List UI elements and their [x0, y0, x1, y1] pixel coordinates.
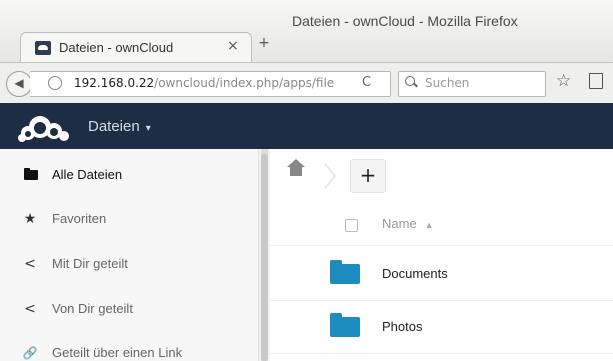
file-row[interactable]: Documents [270, 248, 613, 301]
column-name-label: Name [382, 216, 417, 231]
file-name[interactable]: Photos [382, 319, 422, 334]
url-path: /owncloud/index.php/apps/file [154, 76, 335, 90]
new-file-button[interactable]: + [350, 159, 386, 193]
close-tab-icon[interactable]: × [227, 38, 239, 54]
library-icon[interactable] [589, 73, 603, 89]
reload-icon[interactable]: C [362, 75, 371, 90]
app-name: Dateien [88, 118, 140, 135]
nav-favorites[interactable]: ★ Favoriten [0, 201, 258, 237]
nav-label: Favoriten [52, 211, 107, 226]
app-header: Dateien ▾ [0, 103, 613, 149]
caret-down-icon: ▾ [145, 123, 151, 134]
controls-bar: + [270, 149, 613, 199]
browser-tab[interactable]: Dateien - ownCloud × [20, 32, 252, 63]
url-host: 192.168.0.22 [74, 76, 155, 90]
nav-label: Von Dir geteilt [52, 301, 133, 316]
app-menu-button[interactable]: Dateien ▾ [88, 118, 151, 135]
sort-ascending-icon: ▲ [424, 220, 434, 230]
breadcrumb-separator-icon [324, 163, 336, 189]
window-title: Dateien - ownCloud - Mozilla Firefox [292, 13, 518, 29]
folder-icon [24, 168, 38, 180]
home-icon[interactable] [287, 159, 305, 176]
new-tab-button[interactable]: + [256, 35, 272, 51]
file-row[interactable]: Photos [270, 301, 613, 354]
share-icon: < [24, 301, 36, 317]
scrollbar-thumb[interactable] [261, 154, 268, 361]
nav-label: Alle Dateien [52, 167, 123, 182]
link-icon: 🔗 [22, 346, 38, 360]
select-all-checkbox[interactable] [345, 219, 358, 232]
share-icon: < [24, 256, 36, 272]
nav-label: Mit Dir geteilt [52, 256, 128, 271]
folder-icon [330, 260, 360, 284]
sort-by-name-header[interactable]: Name ▲ [382, 216, 434, 231]
nav-shared-by-you[interactable]: < Von Dir geteilt [0, 291, 258, 327]
folder-icon [330, 313, 360, 337]
owncloud-logo-icon[interactable] [16, 111, 74, 143]
back-button[interactable]: ◀ [6, 71, 32, 97]
file-list-area: + Name ▲ Documents Photos [270, 149, 613, 361]
url-text: 192.168.0.22/owncloud/index.php/apps/fil… [74, 76, 334, 90]
table-header: Name ▲ [270, 205, 613, 246]
nav-label: Geteilt über einen Link [52, 345, 183, 360]
nav-all-files[interactable]: Alle Dateien [0, 157, 258, 193]
url-bar[interactable]: 192.168.0.22/owncloud/index.php/apps/fil… [30, 71, 391, 97]
owncloud-favicon-icon [35, 41, 51, 55]
tab-label: Dateien - ownCloud [59, 40, 174, 55]
title-bar: Dateien - ownCloud - Mozilla Firefox Dat… [0, 0, 613, 63]
nav-bar: ◀ 192.168.0.22/owncloud/index.php/apps/f… [0, 62, 613, 104]
file-name[interactable]: Documents [382, 266, 448, 281]
nav-shared-with-you[interactable]: < Mit Dir geteilt [0, 246, 258, 282]
app-navigation: Alle Dateien ★ Favoriten < Mit Dir getei… [0, 149, 259, 361]
nav-shared-by-link[interactable]: 🔗 Geteilt über einen Link [0, 335, 258, 361]
search-icon [405, 76, 415, 86]
bookmark-star-icon[interactable]: ☆ [556, 71, 571, 91]
search-input[interactable]: Suchen [398, 71, 546, 97]
globe-icon [48, 76, 62, 90]
browser-window: Dateien - ownCloud - Mozilla Firefox Dat… [0, 0, 613, 361]
search-placeholder: Suchen [425, 76, 470, 90]
star-icon: ★ [23, 211, 37, 227]
